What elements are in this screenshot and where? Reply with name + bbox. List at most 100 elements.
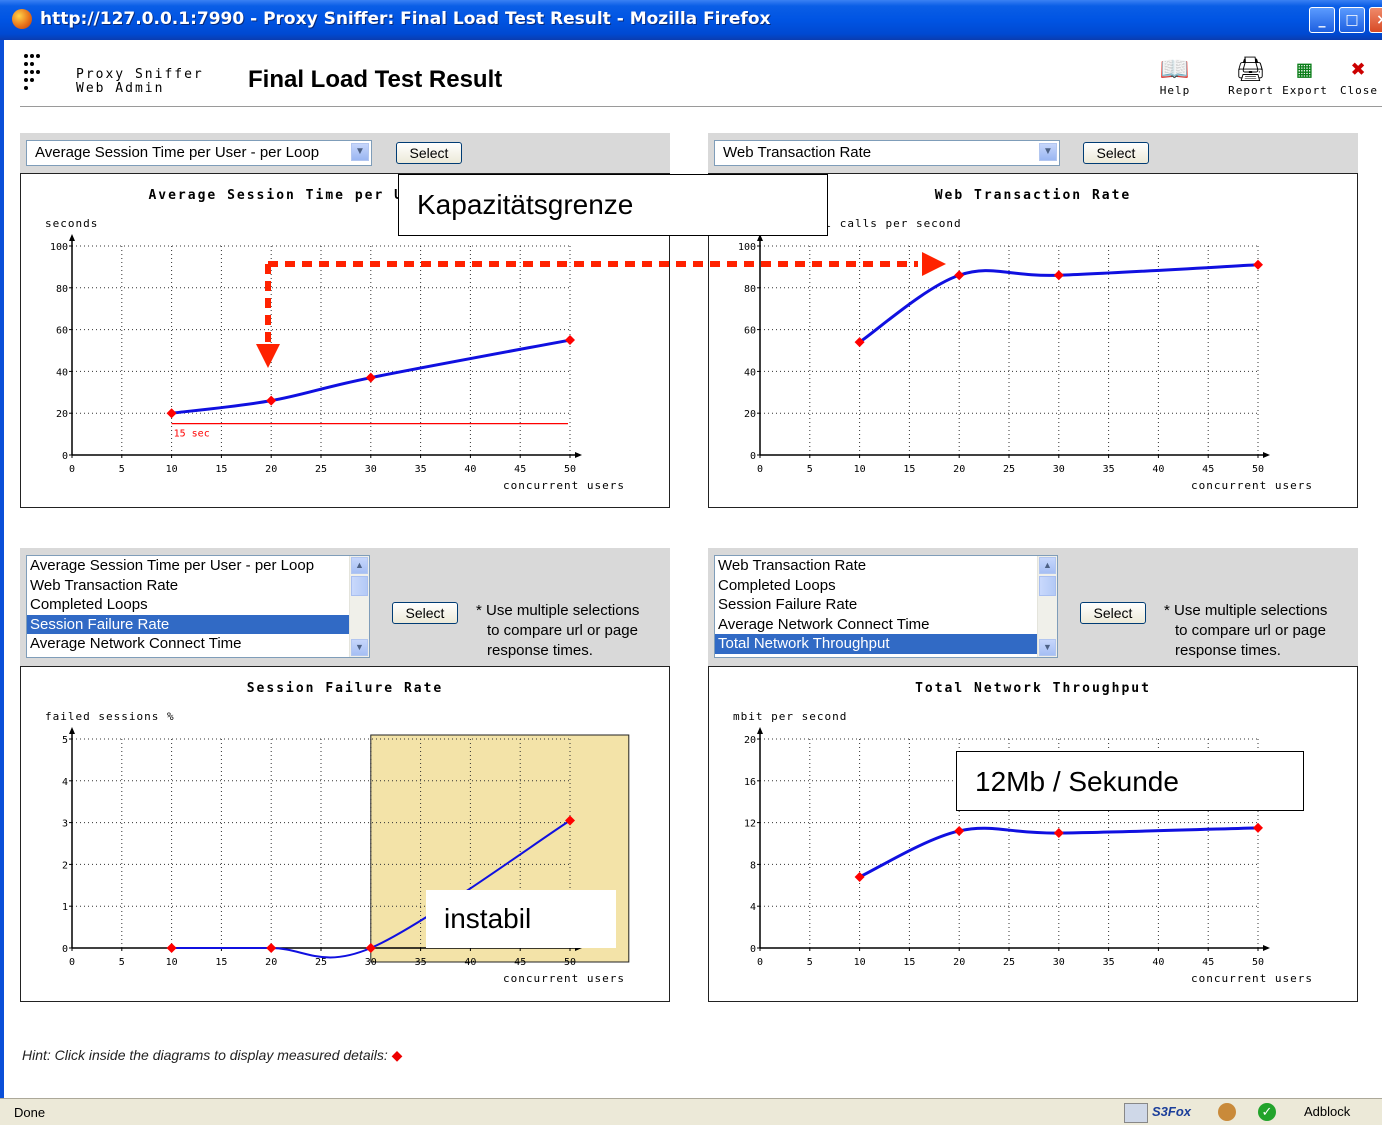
x-tick-label: 0 bbox=[69, 957, 75, 968]
marker-diamond-icon: ◆ bbox=[391, 1047, 403, 1063]
throughput-callout: 12Mb / Sekunde bbox=[956, 751, 1304, 811]
adblock-addon[interactable]: Adblock bbox=[1304, 1103, 1350, 1121]
x-axis-label: concurrent users bbox=[1191, 972, 1313, 985]
data-point bbox=[1053, 270, 1064, 281]
chart-select-top-left[interactable]: Average Session Time per User - per Loop… bbox=[26, 140, 372, 166]
data-point bbox=[365, 372, 376, 383]
help-label: Help bbox=[1159, 84, 1191, 97]
scroll-thumb[interactable] bbox=[351, 576, 368, 596]
capacity-callout: Kapazitätsgrenze bbox=[398, 174, 828, 236]
x-tick-label: 30 bbox=[365, 957, 377, 968]
y-tick-label: 2 bbox=[62, 860, 68, 871]
scroll-up-icon[interactable]: ▲ bbox=[351, 557, 368, 574]
data-point bbox=[1053, 828, 1064, 839]
chart-select-value: Web Transaction Rate bbox=[723, 144, 872, 161]
chevron-down-icon[interactable]: ▼ bbox=[1039, 143, 1057, 161]
y-tick-label: 0 bbox=[750, 944, 756, 955]
x-tick-label: 50 bbox=[1252, 464, 1264, 475]
list-item[interactable]: Average Network Connect Time bbox=[27, 634, 369, 654]
y-tick-label: 100 bbox=[738, 242, 756, 253]
close-window-button[interactable]: × bbox=[1369, 7, 1382, 33]
export-button[interactable]: ▦ Export bbox=[1280, 54, 1330, 97]
page-icon[interactable] bbox=[1124, 1103, 1148, 1123]
scrollbar[interactable]: ▲ ▼ bbox=[1037, 556, 1057, 657]
x-tick-label: 10 bbox=[854, 464, 866, 475]
x-tick-label: 40 bbox=[464, 957, 476, 968]
chart-select-top-right[interactable]: Web Transaction Rate ▼ bbox=[714, 140, 1060, 166]
note-line: to compare url or page bbox=[487, 622, 638, 639]
x-tick-label: 15 bbox=[903, 464, 915, 475]
x-tick-label: 50 bbox=[564, 957, 576, 968]
check-icon[interactable]: ✓ bbox=[1258, 1103, 1276, 1121]
chart-svg: Total Network Throughput mbit per second c… bbox=[733, 681, 1313, 985]
y-tick-label: 60 bbox=[744, 326, 756, 337]
list-item[interactable]: Average Session Time per User - per Loop bbox=[27, 556, 369, 576]
y-axis-arrow bbox=[69, 727, 75, 734]
chart-list-bottom-right[interactable]: Web Transaction Rate Completed Loops Sessi… bbox=[714, 555, 1058, 658]
x-tick-label: 35 bbox=[1103, 957, 1115, 968]
y-tick-label: 3 bbox=[62, 819, 68, 830]
report-button[interactable]: 🖨 Report bbox=[1224, 54, 1278, 97]
y-tick-label: 0 bbox=[750, 451, 756, 462]
y-tick-label: 40 bbox=[744, 367, 756, 378]
chart-total-network-throughput[interactable]: Total Network Throughput mbit per second c… bbox=[708, 666, 1358, 1002]
x-tick-label: 40 bbox=[464, 464, 476, 475]
threshold-label: 15 sec bbox=[174, 429, 210, 440]
y-tick-label: 4 bbox=[750, 902, 756, 913]
list-item[interactable]: Web Transaction Rate bbox=[27, 576, 369, 596]
firefox-icon bbox=[12, 9, 32, 29]
minimize-button[interactable]: _ bbox=[1309, 7, 1335, 33]
list-item[interactable]: Completed Loops bbox=[27, 595, 369, 615]
list-item[interactable]: Session Failure Rate bbox=[27, 614, 369, 634]
x-tick-label: 0 bbox=[69, 464, 75, 475]
x-tick-label: 35 bbox=[415, 464, 427, 475]
data-point bbox=[565, 335, 575, 346]
close-page-button[interactable]: ✖ Close bbox=[1336, 54, 1382, 97]
select-button-bottom-right[interactable]: Select bbox=[1080, 602, 1146, 624]
select-button-top-right[interactable]: Select bbox=[1083, 142, 1149, 164]
x-tick-label: 5 bbox=[119, 464, 125, 475]
x-tick-label: 5 bbox=[807, 957, 813, 968]
chart-list-bottom-left[interactable]: Average Session Time per User - per Loop… bbox=[26, 555, 370, 658]
list-item[interactable]: Average Network Connect Time bbox=[715, 615, 1057, 635]
s3fox-addon[interactable]: S3Fox bbox=[1152, 1103, 1191, 1121]
data-point bbox=[266, 395, 277, 406]
maximize-button[interactable]: □ bbox=[1339, 7, 1365, 33]
window-titlebar: http://127.0.0.1:7990 - Proxy Sniffer: F… bbox=[0, 0, 1382, 40]
x-tick-label: 20 bbox=[265, 957, 277, 968]
y-tick-label: 5 bbox=[62, 735, 68, 746]
x-tick-label: 40 bbox=[1152, 957, 1164, 968]
chart-session-failure-rate[interactable]: Session Failure Rate failed sessions % con… bbox=[20, 666, 670, 1002]
list-item[interactable]: Web Transaction Rate bbox=[715, 556, 1057, 576]
list-item[interactable]: Completed Loops bbox=[715, 576, 1057, 596]
help-button[interactable]: 📖 Help bbox=[1150, 54, 1200, 97]
x-tick-label: 25 bbox=[1003, 464, 1015, 475]
select-button-top-left[interactable]: Select bbox=[396, 142, 462, 164]
list-item[interactable]: Total Network Throughput bbox=[715, 634, 1057, 654]
monkey-icon[interactable] bbox=[1218, 1103, 1236, 1121]
y-tick-label: 40 bbox=[56, 367, 68, 378]
close-label: Close bbox=[1339, 84, 1379, 97]
unstable-callout: instabil bbox=[426, 890, 616, 948]
scroll-up-icon[interactable]: ▲ bbox=[1039, 557, 1056, 574]
select-button-bottom-left[interactable]: Select bbox=[392, 602, 458, 624]
x-axis-label: concurrent users bbox=[503, 479, 625, 492]
chevron-down-icon[interactable]: ▼ bbox=[351, 143, 369, 161]
scroll-thumb[interactable] bbox=[1039, 576, 1056, 596]
data-point bbox=[1253, 259, 1263, 270]
x-axis-arrow bbox=[575, 452, 582, 458]
x-tick-label: 30 bbox=[1053, 957, 1065, 968]
x-tick-label: 45 bbox=[1202, 464, 1214, 475]
close-x-icon: ✖ bbox=[1351, 55, 1367, 83]
scroll-down-icon[interactable]: ▼ bbox=[351, 639, 368, 656]
y-axis-label: failed sessions % bbox=[45, 710, 175, 723]
x-tick-label: 15 bbox=[215, 957, 227, 968]
s3fox-label: S3Fox bbox=[1152, 1104, 1192, 1119]
scroll-down-icon[interactable]: ▼ bbox=[1039, 639, 1056, 656]
list-item[interactable]: Session Failure Rate bbox=[715, 595, 1057, 615]
x-tick-label: 50 bbox=[564, 464, 576, 475]
scrollbar[interactable]: ▲ ▼ bbox=[349, 556, 369, 657]
x-tick-label: 25 bbox=[315, 464, 327, 475]
multi-select-note: * Use multiple selections to compare url… bbox=[1164, 601, 1327, 661]
x-tick-label: 40 bbox=[1152, 464, 1164, 475]
